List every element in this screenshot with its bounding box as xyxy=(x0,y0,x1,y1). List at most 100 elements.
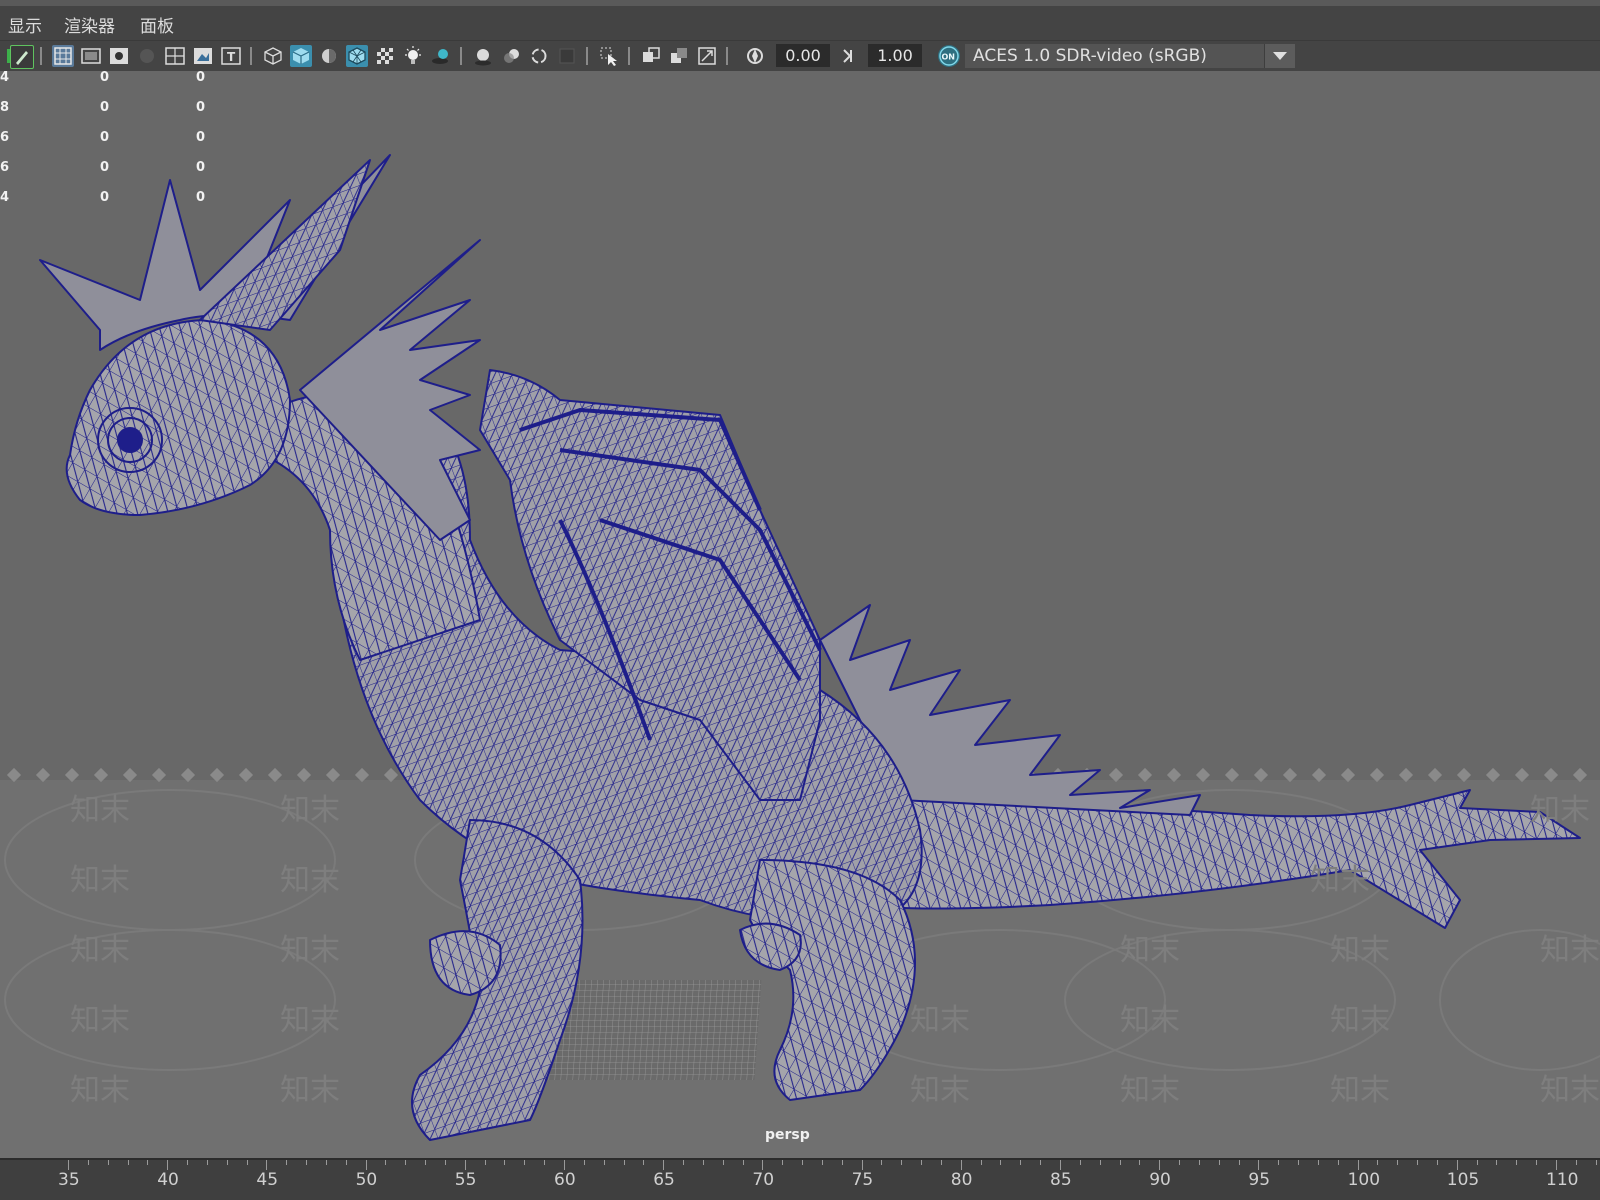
motion-blur-icon[interactable] xyxy=(500,45,522,67)
horizon-dot xyxy=(1195,767,1211,783)
smooth-shade-icon[interactable] xyxy=(318,45,340,67)
horizon-dot xyxy=(1456,767,1472,783)
timeline-tick-mark xyxy=(841,1160,843,1165)
time-slider[interactable]: 35 40 45 50 55 60 65 70 75 80 85 90 95 100 105 110 xyxy=(0,1158,1600,1200)
timeline-tick-mark xyxy=(1298,1160,1300,1165)
timeline-tick-mark xyxy=(1536,1160,1538,1165)
horizon-dot xyxy=(1514,767,1530,783)
shaded-cube-icon[interactable] xyxy=(290,45,312,67)
timeline-tick-mark xyxy=(1278,1160,1280,1165)
timeline-tick-mark xyxy=(68,1160,69,1170)
timeline-tick-mark xyxy=(127,1160,129,1165)
hud-value: 4 xyxy=(0,190,10,205)
timeline-tick-mark xyxy=(167,1160,169,1170)
toolbar-separator xyxy=(40,47,42,65)
timeline-tick-mark xyxy=(365,1160,367,1170)
field-chart-icon[interactable] xyxy=(164,45,186,67)
menu-display[interactable]: 显示 xyxy=(8,12,42,37)
xray-joints-icon[interactable] xyxy=(640,45,662,67)
horizon-dot xyxy=(267,767,283,783)
timeline-tick-label: 80 xyxy=(950,1170,973,1190)
lights-icon[interactable] xyxy=(402,45,424,67)
hud-value: 0 xyxy=(100,190,110,205)
horizon-dot xyxy=(93,767,109,783)
timeline-tick-mark xyxy=(1040,1160,1042,1165)
timeline-tick-mark xyxy=(742,1160,744,1165)
backface-icon[interactable] xyxy=(696,45,718,67)
gamma-icon[interactable] xyxy=(836,45,858,67)
pencil-icon[interactable] xyxy=(10,45,34,69)
color-space-dropdown[interactable]: ACES 1.0 SDR-video (sRGB) xyxy=(965,44,1295,68)
key-icon[interactable] xyxy=(0,45,13,67)
ambient-occlusion-icon[interactable] xyxy=(472,45,494,67)
resolution-gate-icon[interactable] xyxy=(108,45,130,67)
circle-icon[interactable] xyxy=(136,45,158,67)
svg-text:知末: 知末 xyxy=(910,1003,970,1038)
hud-value: 0 xyxy=(100,70,110,85)
svg-text:知末: 知末 xyxy=(70,793,130,828)
shadows-icon[interactable] xyxy=(430,45,452,67)
timeline-tick-label: 110 xyxy=(1546,1170,1579,1190)
svg-text:知末: 知末 xyxy=(1330,1003,1390,1038)
timeline-tick-mark xyxy=(960,1160,962,1170)
timeline-tick-mark xyxy=(1317,1160,1319,1165)
horizon-dot xyxy=(1253,767,1269,783)
timeline-tick-mark xyxy=(980,1160,982,1165)
timeline-tick-label: 35 xyxy=(58,1170,80,1190)
gamma-field[interactable]: 1.00 xyxy=(868,44,922,67)
svg-text:知末: 知末 xyxy=(1120,933,1180,968)
wireframe-on-shaded-icon[interactable] xyxy=(346,45,368,67)
timeline-tick-mark xyxy=(266,1160,268,1170)
hud-value: 0 xyxy=(100,160,110,175)
horizon-dot xyxy=(122,767,138,783)
timeline-tick-mark xyxy=(1238,1160,1240,1165)
timeline-tick-mark xyxy=(1198,1160,1200,1165)
horizon-dot xyxy=(1572,767,1588,783)
timeline-tick-mark xyxy=(107,1160,109,1165)
hud-value: 0 xyxy=(196,130,206,145)
horizon-dot xyxy=(1311,767,1327,783)
horizon-dot xyxy=(383,767,399,783)
timeline-tick-mark xyxy=(702,1160,704,1165)
timeline-tick-mark xyxy=(87,1160,89,1165)
safe-title-icon[interactable]: T xyxy=(220,45,242,67)
menu-renderer[interactable]: 渲染器 xyxy=(64,12,115,37)
cm-badge-label: ON xyxy=(942,53,956,62)
menu-panels[interactable]: 面板 xyxy=(140,12,174,37)
svg-text:知末: 知末 xyxy=(70,1073,130,1108)
timeline-tick-mark xyxy=(1337,1160,1339,1165)
safe-action-icon[interactable] xyxy=(192,45,214,67)
timeline-tick-mark xyxy=(921,1160,923,1165)
toolbar-separator xyxy=(250,47,252,65)
timeline-tick-mark xyxy=(425,1160,427,1165)
toolbar-separator xyxy=(460,47,462,65)
svg-text:知末: 知末 xyxy=(1530,793,1590,828)
grid-icon[interactable] xyxy=(52,45,74,67)
color-management-icon[interactable]: ON xyxy=(938,45,960,67)
xray-active-icon[interactable] xyxy=(668,45,690,67)
timeline-tick-mark xyxy=(643,1160,645,1165)
exposure-icon[interactable] xyxy=(744,45,766,67)
panel-menu-bar: 显示 渲染器 面板 xyxy=(0,0,1600,40)
toolbar-separator xyxy=(628,47,630,65)
timeline-tick-mark xyxy=(504,1160,506,1165)
timeline-tick-mark xyxy=(1258,1160,1260,1170)
svg-text:知末: 知末 xyxy=(70,933,130,968)
timeline-tick-label: 60 xyxy=(554,1170,576,1190)
xray-icon[interactable] xyxy=(374,45,396,67)
svg-text:知末: 知末 xyxy=(280,1073,340,1108)
timeline-tick-label: 55 xyxy=(454,1170,477,1190)
film-gate-icon[interactable] xyxy=(80,45,102,67)
hud-value: 0 xyxy=(196,160,206,175)
hud-row: 8 0 0 xyxy=(0,100,220,120)
timeline-tick-mark xyxy=(821,1160,823,1165)
svg-text:知末: 知末 xyxy=(910,1073,970,1108)
exposure-field[interactable]: 0.00 xyxy=(776,44,830,67)
anti-alias-icon[interactable] xyxy=(528,45,550,67)
depth-of-field-icon[interactable] xyxy=(556,45,578,67)
chevron-down-icon[interactable] xyxy=(1264,44,1295,68)
timeline-tick-mark xyxy=(464,1160,466,1170)
viewport-canvas[interactable]: 知末 知末 知末 知末 知末 知末 知末 知末 知末 知末 知末 知末 知末 知… xyxy=(0,70,1600,1158)
isolate-select-icon[interactable] xyxy=(598,45,620,67)
wireframe-cube-icon[interactable] xyxy=(262,45,284,67)
